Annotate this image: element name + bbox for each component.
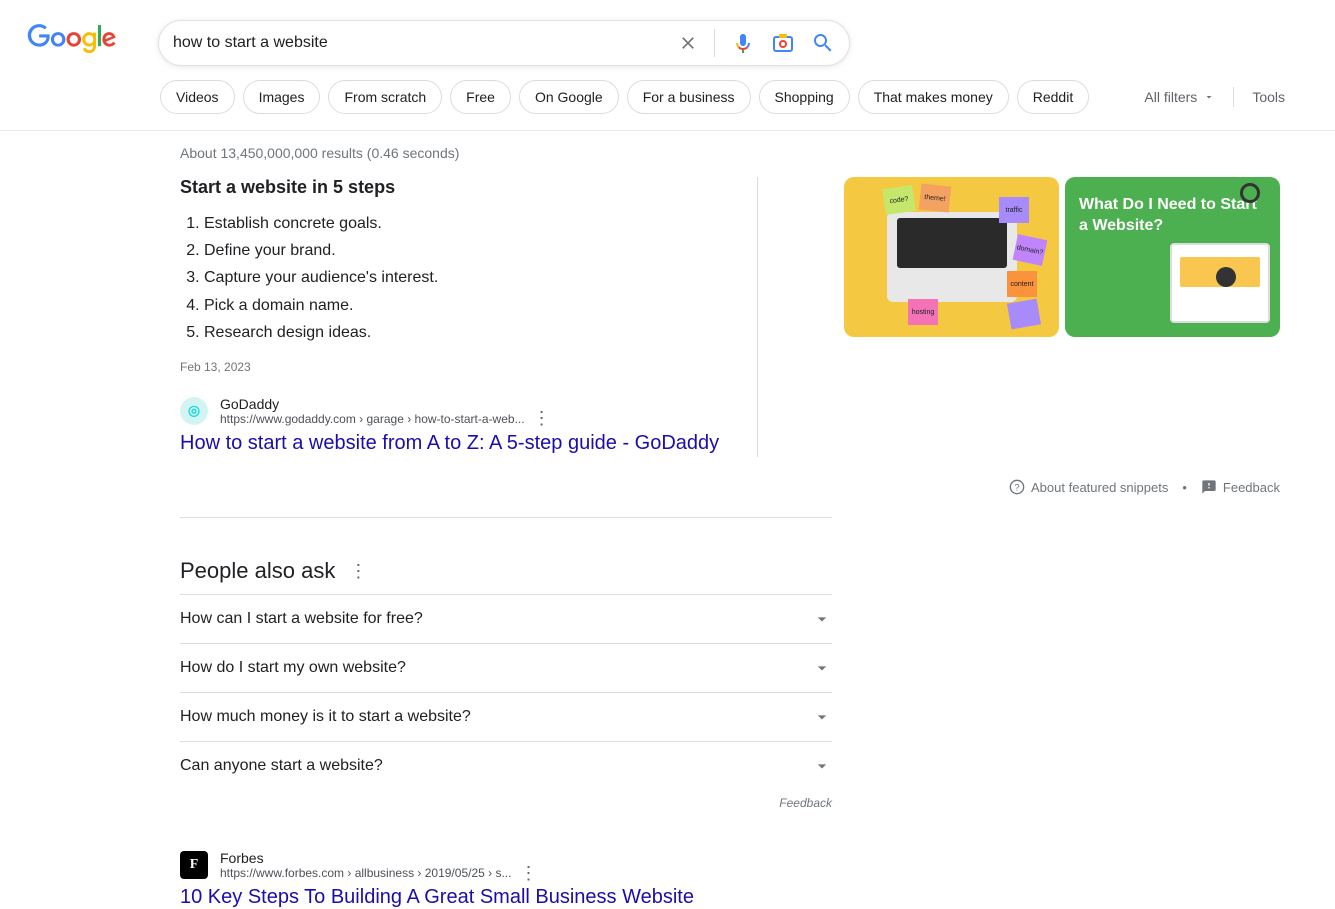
- paa-question-text: How much money is it to start a website?: [180, 708, 471, 726]
- more-options-icon[interactable]: ⋮: [519, 869, 537, 878]
- search-box[interactable]: [158, 20, 850, 66]
- chip-for-a-business[interactable]: For a business: [627, 80, 751, 114]
- featured-step: Research design ideas.: [204, 319, 719, 346]
- paa-question-text: Can anyone start a website?: [180, 757, 383, 775]
- chip-from-scratch[interactable]: From scratch: [328, 80, 442, 114]
- paa-question[interactable]: How do I start my own website?: [180, 643, 832, 692]
- featured-step: Capture your audience's interest.: [204, 264, 719, 291]
- featured-image-2[interactable]: What Do I Need to Start a Website?: [1065, 177, 1280, 337]
- search-input[interactable]: [173, 34, 678, 52]
- search-icon[interactable]: [811, 31, 835, 55]
- featured-step: Establish concrete goals.: [204, 210, 719, 237]
- help-icon: ?: [1009, 479, 1025, 495]
- filter-chips: Videos Images From scratch Free On Googl…: [160, 80, 1089, 114]
- feedback-button[interactable]: Feedback: [1201, 479, 1280, 495]
- voice-search-icon[interactable]: [731, 31, 755, 55]
- feedback-icon: [1201, 479, 1217, 495]
- site-name: Forbes: [220, 850, 537, 866]
- chip-videos[interactable]: Videos: [160, 80, 235, 114]
- tools-button[interactable]: Tools: [1252, 89, 1285, 105]
- clear-icon[interactable]: [678, 33, 698, 53]
- google-logo[interactable]: [26, 24, 118, 54]
- godaddy-favicon: ◎: [180, 397, 208, 425]
- more-options-icon[interactable]: ⋮: [533, 414, 551, 423]
- people-also-ask-title: People also ask: [180, 558, 335, 584]
- featured-image-1[interactable]: code? theme! traffic domain? content hos…: [844, 177, 1059, 337]
- chevron-down-icon: [812, 756, 832, 776]
- paa-question[interactable]: How much money is it to start a website?: [180, 692, 832, 741]
- forbes-favicon: F: [180, 851, 208, 879]
- all-filters-label: All filters: [1144, 89, 1197, 105]
- featured-step: Pick a domain name.: [204, 292, 719, 319]
- paa-feedback-link[interactable]: Feedback: [180, 796, 832, 810]
- chevron-down-icon: [812, 658, 832, 678]
- paa-question-text: How can I start a website for free?: [180, 610, 423, 628]
- about-featured-label: About featured snippets: [1031, 480, 1168, 495]
- chip-on-google[interactable]: On Google: [519, 80, 619, 114]
- paa-question-text: How do I start my own website?: [180, 659, 406, 677]
- result-stats: About 13,450,000,000 results (0.46 secon…: [180, 145, 1280, 161]
- chip-images[interactable]: Images: [243, 80, 321, 114]
- site-url: https://www.forbes.com › allbusiness › 2…: [220, 866, 511, 880]
- chip-reddit[interactable]: Reddit: [1017, 80, 1089, 114]
- chevron-down-icon: [812, 707, 832, 727]
- svg-text:?: ?: [1014, 482, 1019, 492]
- featured-snippet-title: Start a website in 5 steps: [180, 177, 719, 198]
- paa-question[interactable]: Can anyone start a website?: [180, 741, 832, 790]
- chevron-down-icon: [1203, 91, 1215, 103]
- about-featured-snippets-button[interactable]: ? About featured snippets: [1009, 479, 1168, 495]
- chip-that-makes-money[interactable]: That makes money: [858, 80, 1009, 114]
- site-url: https://www.godaddy.com › garage › how-t…: [220, 412, 525, 426]
- chip-shopping[interactable]: Shopping: [759, 80, 850, 114]
- paa-question[interactable]: How can I start a website for free?: [180, 594, 832, 643]
- image-search-icon[interactable]: [771, 31, 795, 55]
- more-options-icon[interactable]: ⋮: [349, 567, 367, 576]
- featured-snippet-list: Establish concrete goals. Define your br…: [180, 210, 719, 346]
- result-link[interactable]: 10 Key Steps To Building A Great Small B…: [180, 886, 832, 909]
- feedback-label: Feedback: [1223, 480, 1280, 495]
- featured-image-2-title: What Do I Need to Start a Website?: [1079, 195, 1266, 237]
- chip-free[interactable]: Free: [450, 80, 511, 114]
- result-link[interactable]: How to start a website from A to Z: A 5-…: [180, 432, 719, 455]
- featured-step: Define your brand.: [204, 237, 719, 264]
- all-filters-button[interactable]: All filters: [1144, 89, 1215, 105]
- featured-date: Feb 13, 2023: [180, 360, 719, 374]
- chevron-down-icon: [812, 609, 832, 629]
- site-name: GoDaddy: [220, 396, 551, 412]
